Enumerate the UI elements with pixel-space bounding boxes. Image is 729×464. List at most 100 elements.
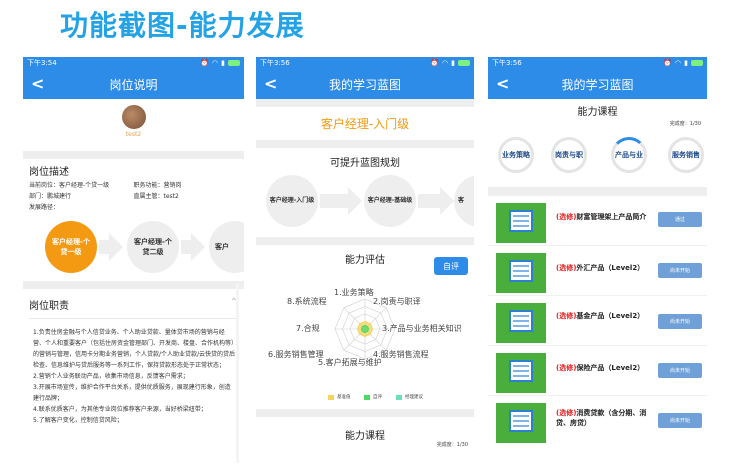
profile-header: test2 [23,99,244,151]
progress-text: 完成度：1/30 [436,442,468,448]
phone-ability-courses: 下午3:56 ⏰ ◠ ▮ < 我的学习蓝图 能力课程 完成度：1/30 业务策略 岗… [488,57,707,464]
username: test2 [125,131,142,138]
course-status-button[interactable]: 尚未开始 [658,413,702,428]
alarm-icon: ⏰ [663,59,673,67]
duty-list: 1.负责住房金融与个人信贷业务、个人助业贷款、量体贷市场的营销与经营、个人和重要… [23,319,244,426]
course-thumbnail-icon [496,253,546,293]
radar-series [360,324,370,334]
status-time: 下午3:56 [492,59,522,67]
category-ring[interactable]: 服务销售 [668,137,704,173]
signal-icon: ▮ [221,59,225,67]
course-status-button[interactable]: 通过 [658,212,702,227]
current-level: 客户经理-入门级 [320,117,410,131]
category-ring[interactable]: 产品与业 [610,136,648,174]
scrollbar[interactable] [236,283,239,463]
radar-label: 8.系统流程 [287,297,327,306]
course-item[interactable]: (选修)基金产品（Level2） 尚未开始 [488,295,707,345]
course-name: (选修)外汇产品（Level2） [556,264,645,272]
arrow-icon [440,187,454,215]
duty-item: 5.了解客户变化，控制信贷风险； [33,417,123,424]
nav-bar: < 我的学习蓝图 [256,69,474,99]
radar-label: 3.产品与业务相关知识 [382,324,462,333]
phone-job-description: 下午3:54 ⏰ ◠ ▮ < 岗位说明 test2 岗位描述 当前岗位：客户经理-个… [23,57,244,464]
section-heading-duties: 岗位职责 ⌃ [29,297,238,312]
back-icon[interactable]: < [496,74,509,93]
nav-title: 岗位说明 [109,77,158,92]
self-eval-button[interactable]: 自评 [434,257,468,275]
battery-icon [228,60,240,66]
legend-item: 经理建议 [396,394,423,400]
radar-label: 7.合规 [296,324,320,333]
course-heading: 能力课程 [577,107,618,118]
course-item[interactable]: (选修)财富管理架上产品简介 通过 [488,195,707,245]
duty-item: 4.联系优质客户，为其他专业岗位推荐客户来源，当好桥梁纽带； [33,406,207,413]
wifi-icon: ◠ [442,59,449,67]
course-status-button[interactable]: 尚未开始 [658,263,702,278]
course-thumbnail-icon [496,303,546,343]
wifi-icon: ◠ [212,59,219,67]
section-heading-description: 岗位描述 [29,167,69,178]
arrow-icon [109,233,123,261]
course-thumbnail-icon [496,403,546,443]
job-function: 职务功能：营销岗 [133,182,182,189]
radar-label: 2.岗责与职译 [373,297,421,306]
path-step-basic[interactable]: 客户经理-基础级 [364,175,416,227]
path-step-next[interactable]: 客户经理-个贷二级 [127,221,179,273]
nav-bar: < 我的学习蓝图 [488,69,707,99]
upgrade-heading: 可提升蓝图规划 [330,158,400,169]
category-ring[interactable]: 岗责与职 [551,137,587,173]
arrow-icon [191,233,205,261]
battery-icon [691,60,703,66]
course-thumbnail-icon [496,203,546,243]
job-info: 当前岗位：客户经理-个贷一级 职务功能：营销岗 部门：鹏城建行 直属主管：tes… [23,180,244,213]
avatar[interactable] [121,105,146,129]
course-status-button[interactable]: 尚未开始 [658,314,702,329]
alarm-icon: ⏰ [430,59,440,67]
upgrade-path: 客户经理-入门级 客户经理-基础级 客 [256,173,474,231]
signal-icon: ▮ [451,59,455,67]
path-step-current[interactable]: 客户经理-个贷一级 [45,221,97,273]
category-ring[interactable]: 业务策略 [498,137,534,173]
back-icon[interactable]: < [264,74,277,93]
course-name: (选修)保险产品（Level2） [556,364,645,372]
course-name: (选修)消费贷款（含分期、消贷、房贷） [556,409,647,427]
course-name: (选修)财富管理架上产品简介 [556,213,647,221]
dev-path-label: 发展路径： [29,204,60,211]
status-time: 下午3:54 [27,59,57,67]
back-icon[interactable]: < [31,74,44,93]
phone-learning-blueprint: 下午3:56 ⏰ ◠ ▮ < 我的学习蓝图 客户经理-入门级 可提升蓝图规划 客户经… [256,57,474,464]
category-rings: 业务策略 岗责与职 产品与业 服务销售 [488,127,707,187]
supervisor: 直属主管：test2 [133,193,179,200]
page-title: 功能截图-能力发展 [60,9,305,42]
radar-label: 1.业务策略 [334,288,374,297]
nav-bar: < 岗位说明 [23,69,244,99]
radar-label: 5.客户拓展与维护 [318,358,382,367]
duty-item: 3.开展市场宣传，维护合作平台关系，提供优质服务，展现建行形象，创造建行品牌； [33,384,231,402]
path-step-more[interactable]: 客 [454,175,474,227]
progress-text: 完成度：1/30 [669,121,701,127]
current-post: 当前岗位：客户经理-个贷一级 [29,182,110,189]
radar-chart: 1.业务策略 2.岗责与职译 3.产品与业务相关知识 4.服务销售流程 5.客户… [256,277,474,397]
course-item[interactable]: (选修)保险产品（Level2） 尚未开始 [488,345,707,395]
battery-icon [458,60,470,66]
status-bar: 下午3:56 ⏰ ◠ ▮ [488,57,707,69]
course-status-button[interactable]: 尚未开始 [658,363,702,378]
status-bar: 下午3:54 ⏰ ◠ ▮ [23,57,244,69]
course-thumbnail-icon [496,353,546,393]
duty-item: 2.营销个人业务联动产品，收集市场信息，反馈客户需求； [33,373,189,380]
department: 部门：鹏城建行 [29,193,72,200]
dev-path: 客户经理-个贷一级 客户经理-个贷二级 客户 [23,219,244,273]
nav-title: 我的学习蓝图 [328,77,401,92]
legend-item: 自评 [364,394,382,400]
alarm-icon: ⏰ [200,59,210,67]
course-name: (选修)基金产品（Level2） [556,312,645,320]
path-step-entry[interactable]: 客户经理-入门级 [266,175,318,227]
status-bar: 下午3:56 ⏰ ◠ ▮ [256,57,474,69]
legend-item: 基准值 [328,394,351,400]
duty-item: 1.负责住房金融与个人信贷业务、个人助业贷款、量体贷市场的营销与经营、个人和重要… [33,329,236,369]
radar-label: 6.服务销售管理 [268,350,324,359]
course-item[interactable]: (选修)消费贷款（含分期、消贷、房贷） 尚未开始 [488,395,707,455]
signal-icon: ▮ [684,59,688,67]
course-item[interactable]: (选修)外汇产品（Level2） 尚未开始 [488,245,707,295]
path-step-more[interactable]: 客户 [209,221,244,273]
